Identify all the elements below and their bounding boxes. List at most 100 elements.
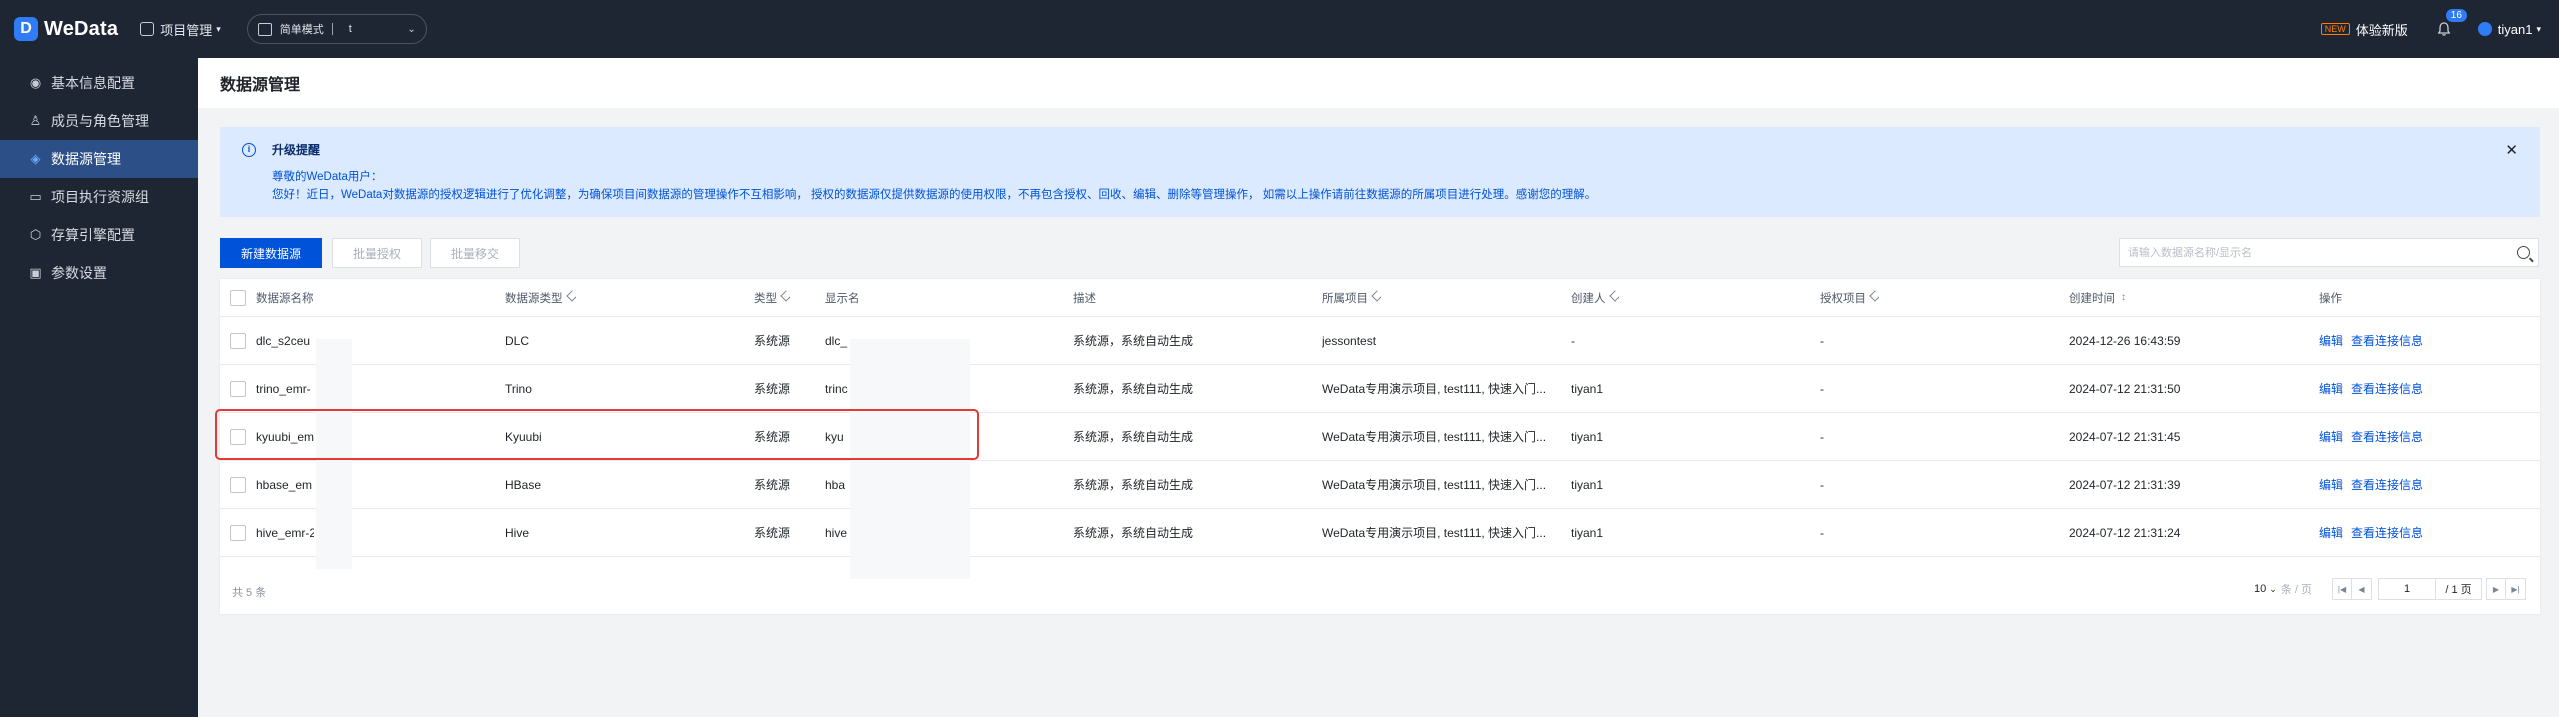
chevron-down-icon: ⌄ — [2269, 584, 2277, 594]
row-checkbox[interactable] — [230, 332, 246, 349]
filter-icon[interactable] — [780, 289, 790, 302]
view-connection-link[interactable]: 查看连接信息 — [2351, 524, 2423, 541]
col-created: 创建时间 ↕ — [2069, 279, 2126, 316]
filter-icon[interactable] — [565, 289, 576, 302]
row-checkbox[interactable] — [230, 524, 246, 541]
batch-transfer-button[interactable]: 批量移交 — [430, 238, 521, 268]
close-icon[interactable]: ✕ — [2505, 141, 2518, 159]
top-navbar: D WeData 项目管理 ▾ 简单模式 t ⌄ NEW 体验新版 16 tiy… — [0, 0, 2559, 58]
cell-auth-project: - — [1820, 477, 1824, 492]
bell-icon[interactable]: 16 — [2436, 9, 2467, 37]
select-all-checkbox[interactable] — [230, 289, 246, 306]
app-name: WeData — [44, 17, 119, 40]
cell-kind: 系统源 — [754, 334, 791, 348]
sidebar-item-label: 项目执行资源组 — [51, 189, 149, 205]
cell-ds-type: Hive — [505, 525, 530, 540]
page-size-select[interactable]: 10 ⌄ — [2254, 583, 2277, 595]
filter-icon[interactable] — [1608, 289, 1619, 302]
sidebar-item-label: 成员与角色管理 — [51, 113, 149, 129]
header-label: 显示名 — [825, 292, 860, 305]
cell-ds-type: HBase — [505, 477, 542, 492]
col-display: 显示名 — [825, 279, 860, 316]
new-badge: NEW — [2320, 23, 2350, 35]
resource-group-icon: ▭ — [29, 189, 42, 204]
cell-display: hba — [825, 477, 846, 492]
cell-created: 2024-12-26 16:43:59 — [2069, 333, 2181, 348]
edit-link[interactable]: 编辑 — [2319, 332, 2343, 349]
cell-created: 2024-07-12 21:31:50 — [2069, 381, 2181, 396]
row-checkbox[interactable] — [230, 380, 246, 397]
col-project: 所属项目 — [1322, 279, 1381, 316]
sidebar-item-engine[interactable]: ⬡ 存算引擎配置 — [0, 216, 198, 254]
cell-name: hbase_em — [256, 477, 313, 492]
cell-project: jessontest — [1322, 333, 1377, 348]
pagination: 10 ⌄ 条 / 页 |◀ ◀ / 1 页 ▶ ▶| — [2254, 578, 2526, 600]
logo[interactable]: D WeData — [14, 17, 118, 41]
sidebar-item-resource-group[interactable]: ▭ 项目执行资源组 — [0, 178, 198, 216]
edit-link[interactable]: 编辑 — [2319, 428, 2343, 445]
sidebar-item-label: 数据源管理 — [51, 151, 121, 167]
sidebar-item-datasource[interactable]: ◈ 数据源管理 — [0, 140, 198, 178]
experience-new-version-link[interactable]: 体验新版 — [2356, 20, 2408, 39]
dashboard-icon: ◉ — [29, 75, 42, 90]
cell-desc: 系统源，系统自动生成 — [1073, 526, 1194, 540]
avatar — [2477, 22, 2492, 36]
search-icon[interactable] — [2517, 246, 2530, 259]
sidebar-item-basic-info[interactable]: ◉ 基本信息配置 — [0, 64, 198, 102]
table-row: trino_emr- Trino 系统源 trinc 系统源，系统自动生成 We… — [220, 365, 2540, 413]
view-connection-link[interactable]: 查看连接信息 — [2351, 380, 2423, 397]
chevron-down-icon: ▾ — [216, 23, 221, 34]
view-connection-link[interactable]: 查看连接信息 — [2351, 428, 2423, 445]
col-creator: 创建人 — [1571, 279, 1619, 316]
user-icon: ♙ — [29, 113, 42, 128]
search-input[interactable] — [2128, 246, 2517, 259]
col-kind: 类型 — [754, 279, 790, 316]
mode-project-selector[interactable]: 简单模式 t ⌄ — [246, 14, 427, 44]
cell-ops: 编辑 查看连接信息 — [2319, 365, 2431, 412]
last-page-icon[interactable]: ▶| — [2506, 578, 2526, 600]
project-menu-button[interactable]: 项目管理 ▾ — [140, 20, 221, 39]
sidebar: ◉ 基本信息配置 ♙ 成员与角色管理 ◈ 数据源管理 ▭ 项目执行资源组 ⬡ 存算引擎配置… — [0, 58, 198, 717]
batch-authorize-button[interactable]: 批量授权 — [332, 238, 423, 268]
table-row: hive_emr-2 Hive 系统源 hive 系统源，系统自动生成 WeDa… — [220, 509, 2540, 557]
total-count: 共 5 条 — [232, 587, 267, 599]
sidebar-item-label: 基本信息配置 — [51, 75, 135, 91]
cell-name: trino_emr- — [256, 381, 311, 396]
next-page-icon[interactable]: ▶ — [2486, 578, 2506, 600]
header-label: 操作 — [2319, 292, 2342, 305]
col-desc: 描述 — [1073, 279, 1096, 316]
sidebar-item-members[interactable]: ♙ 成员与角色管理 — [0, 102, 198, 140]
filter-icon[interactable] — [1869, 289, 1879, 302]
row-checkbox[interactable] — [230, 476, 246, 493]
user-menu[interactable]: tiyan1 ▾ — [2477, 22, 2541, 37]
edit-link[interactable]: 编辑 — [2319, 524, 2343, 541]
edit-link[interactable]: 编辑 — [2319, 380, 2343, 397]
param-icon: ▣ — [29, 265, 42, 280]
create-datasource-button[interactable]: 新建数据源 — [220, 238, 323, 268]
header-label: 创建时间 — [2069, 292, 2115, 305]
project-value: t — [348, 23, 352, 35]
cell-created: 2024-07-12 21:31:39 — [2069, 477, 2181, 492]
cell-created: 2024-07-12 21:31:24 — [2069, 525, 2181, 540]
sort-icon[interactable]: ↕ — [2121, 292, 2126, 303]
view-connection-link[interactable]: 查看连接信息 — [2351, 332, 2423, 349]
filter-icon[interactable] — [1371, 289, 1381, 302]
sidebar-item-params[interactable]: ▣ 参数设置 — [0, 254, 198, 292]
cell-kind: 系统源 — [754, 526, 791, 540]
cell-ds-type: Trino — [505, 381, 532, 396]
view-connection-link[interactable]: 查看连接信息 — [2351, 476, 2423, 493]
header-label: 创建人 — [1571, 292, 1606, 305]
first-page-icon[interactable]: |◀ — [2332, 578, 2352, 600]
datasource-icon: ◈ — [30, 151, 41, 166]
cell-project: WeData专用演示项目, test111, 快速入门... — [1322, 526, 1547, 540]
edit-link[interactable]: 编辑 — [2319, 476, 2343, 493]
page-number-input[interactable] — [2378, 578, 2436, 600]
table-header: 数据源名称 数据源类型 类型 显示名 描述 所属项目 创建人 授权项目 创建时间… — [220, 279, 2540, 317]
cell-project: WeData专用演示项目, test111, 快速入门... — [1322, 382, 1547, 396]
cell-display: trinc — [825, 381, 848, 396]
notice-title: 升级提醒 — [272, 143, 321, 157]
cell-name: dlc_s2ceu — [256, 333, 311, 348]
prev-page-icon[interactable]: ◀ — [2352, 578, 2372, 600]
cell-creator: - — [1571, 333, 1575, 348]
cell-created: 2024-07-12 21:31:45 — [2069, 429, 2181, 444]
